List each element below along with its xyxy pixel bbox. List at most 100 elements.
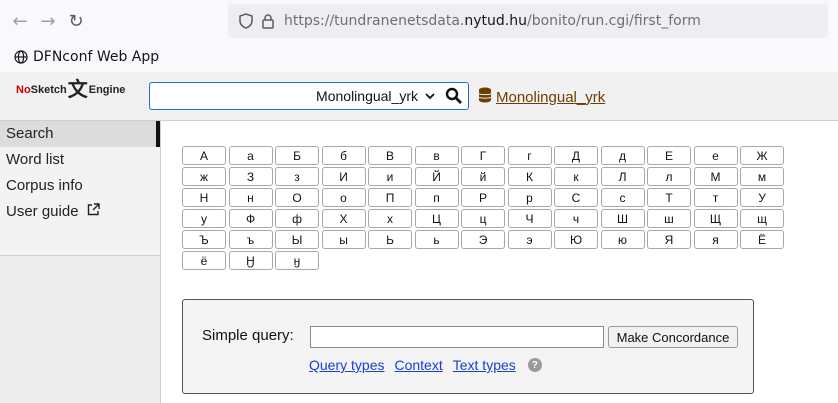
- keyboard-key[interactable]: х: [368, 209, 412, 228]
- keyboard-key[interactable]: У: [740, 188, 784, 207]
- forward-icon[interactable]: →: [34, 7, 62, 35]
- keyboard-key[interactable]: Р: [461, 188, 505, 207]
- keyboard-key[interactable]: Ц: [414, 209, 459, 228]
- globe-icon: [14, 50, 28, 64]
- keyboard-key[interactable]: ё: [182, 251, 226, 270]
- keyboard-key[interactable]: Ъ: [182, 230, 226, 249]
- keyboard-key[interactable]: р: [507, 188, 552, 207]
- url-text: https://tundranenetsdata.nytud.hu/bonito…: [284, 13, 701, 29]
- keyboard-key[interactable]: ч: [554, 209, 598, 228]
- keyboard-key[interactable]: Ф: [228, 209, 273, 228]
- keyboard-key[interactable]: а: [228, 146, 273, 165]
- text-types-link[interactable]: Text types: [453, 357, 516, 373]
- sidebar: Search Word list Corpus info User guide: [0, 121, 161, 403]
- keyboard-key[interactable]: ъ: [228, 230, 273, 249]
- corpus-info-link[interactable]: Monolingual_yrk: [478, 87, 605, 107]
- keyboard-key[interactable]: А: [182, 146, 226, 165]
- keyboard-key[interactable]: ӈ: [275, 251, 319, 270]
- keyboard-key[interactable]: Ю: [554, 230, 598, 249]
- keyboard-key[interactable]: Х: [321, 209, 366, 228]
- keyboard-key[interactable]: ы: [321, 230, 366, 249]
- sidebar-item-search[interactable]: Search: [0, 121, 160, 147]
- keyboard-key[interactable]: Т: [647, 188, 691, 207]
- keyboard-key[interactable]: г: [507, 146, 552, 165]
- back-icon[interactable]: ←: [6, 7, 34, 35]
- query-options: Query types Context Text types ?: [309, 357, 542, 373]
- corpus-select[interactable]: Monolingual_yrk: [149, 82, 469, 110]
- sidebar-item-corpus-info[interactable]: Corpus info: [0, 173, 160, 199]
- address-bar[interactable]: https://tundranenetsdata.nytud.hu/bonito…: [228, 4, 828, 38]
- simple-query-panel: Simple query: Make Concordance Query typ…: [182, 299, 754, 394]
- keyboard-key[interactable]: е: [693, 146, 738, 165]
- keyboard-key[interactable]: С: [554, 188, 598, 207]
- keyboard-key[interactable]: Й: [414, 167, 459, 186]
- keyboard-key[interactable]: Г: [461, 146, 505, 165]
- keyboard-key[interactable]: у: [182, 209, 226, 228]
- keyboard-key[interactable]: Щ: [693, 209, 738, 228]
- keyboard-key[interactable]: и: [368, 167, 412, 186]
- nosketch-engine-logo[interactable]: No Sketch 文 Engine: [16, 80, 125, 100]
- keyboard-key[interactable]: Д: [554, 146, 598, 165]
- database-icon: [478, 87, 492, 107]
- keyboard-key[interactable]: В: [368, 146, 412, 165]
- external-link-icon: [87, 199, 100, 225]
- keyboard-key[interactable]: э: [507, 230, 552, 249]
- context-link[interactable]: Context: [394, 357, 442, 373]
- keyboard-key[interactable]: я: [693, 230, 738, 249]
- keyboard-key[interactable]: Ь: [368, 230, 412, 249]
- virtual-keyboard: АаБбВвГгДдЕеЖжЗзИиЙйКкЛлМм НнОоПпРрСсТтУу…: [182, 146, 786, 270]
- browser-toolbar: ← → ↻ https://tundranenetsdata.nytud.hu/…: [0, 0, 838, 42]
- keyboard-key[interactable]: Ӈ: [228, 251, 273, 270]
- keyboard-key[interactable]: О: [275, 188, 319, 207]
- bookmark-dfnconf[interactable]: DFNconf Web App: [14, 49, 159, 65]
- keyboard-key[interactable]: ш: [647, 209, 691, 228]
- keyboard-key[interactable]: Ж: [740, 146, 784, 165]
- keyboard-key[interactable]: П: [368, 188, 412, 207]
- keyboard-key[interactable]: И: [321, 167, 366, 186]
- keyboard-key[interactable]: б: [321, 146, 366, 165]
- keyboard-key[interactable]: К: [507, 167, 552, 186]
- keyboard-key[interactable]: ю: [600, 230, 645, 249]
- keyboard-key[interactable]: Ч: [507, 209, 552, 228]
- keyboard-key[interactable]: з: [275, 167, 319, 186]
- lock-icon[interactable]: [260, 13, 276, 29]
- keyboard-key[interactable]: с: [600, 188, 645, 207]
- keyboard-key[interactable]: Н: [182, 188, 226, 207]
- make-concordance-button[interactable]: Make Concordance: [608, 326, 738, 348]
- sidebar-item-word-list[interactable]: Word list: [0, 147, 160, 173]
- keyboard-key[interactable]: д: [600, 146, 645, 165]
- keyboard-key[interactable]: й: [461, 167, 505, 186]
- keyboard-key[interactable]: о: [321, 188, 366, 207]
- help-icon[interactable]: ?: [527, 358, 542, 372]
- keyboard-key[interactable]: к: [554, 167, 598, 186]
- keyboard-key[interactable]: щ: [740, 209, 784, 228]
- keyboard-key[interactable]: Л: [600, 167, 645, 186]
- simple-query-input[interactable]: [310, 326, 604, 348]
- reload-icon[interactable]: ↻: [62, 7, 90, 35]
- keyboard-key[interactable]: л: [647, 167, 691, 186]
- keyboard-key[interactable]: Э: [461, 230, 505, 249]
- query-types-link[interactable]: Query types: [309, 357, 384, 373]
- keyboard-key[interactable]: З: [228, 167, 273, 186]
- bookmarks-bar: DFNconf Web App: [0, 42, 838, 73]
- keyboard-key[interactable]: ц: [461, 209, 505, 228]
- keyboard-key[interactable]: п: [414, 188, 459, 207]
- keyboard-key[interactable]: ь: [414, 230, 459, 249]
- keyboard-key[interactable]: н: [228, 188, 273, 207]
- keyboard-key[interactable]: Я: [647, 230, 691, 249]
- keyboard-key[interactable]: ж: [182, 167, 226, 186]
- keyboard-key[interactable]: М: [693, 167, 738, 186]
- chevron-down-icon: [424, 90, 436, 102]
- keyboard-key[interactable]: в: [414, 146, 459, 165]
- keyboard-key[interactable]: Ы: [275, 230, 319, 249]
- keyboard-key[interactable]: м: [740, 167, 784, 186]
- shield-icon[interactable]: [238, 13, 254, 29]
- keyboard-key[interactable]: т: [693, 188, 738, 207]
- keyboard-key[interactable]: Е: [647, 146, 691, 165]
- search-icon[interactable]: [444, 86, 464, 106]
- sidebar-item-user-guide[interactable]: User guide: [0, 199, 160, 225]
- keyboard-key[interactable]: Б: [275, 146, 319, 165]
- keyboard-key[interactable]: ф: [275, 209, 319, 228]
- keyboard-key[interactable]: Ё: [740, 230, 784, 249]
- keyboard-key[interactable]: Ш: [600, 209, 645, 228]
